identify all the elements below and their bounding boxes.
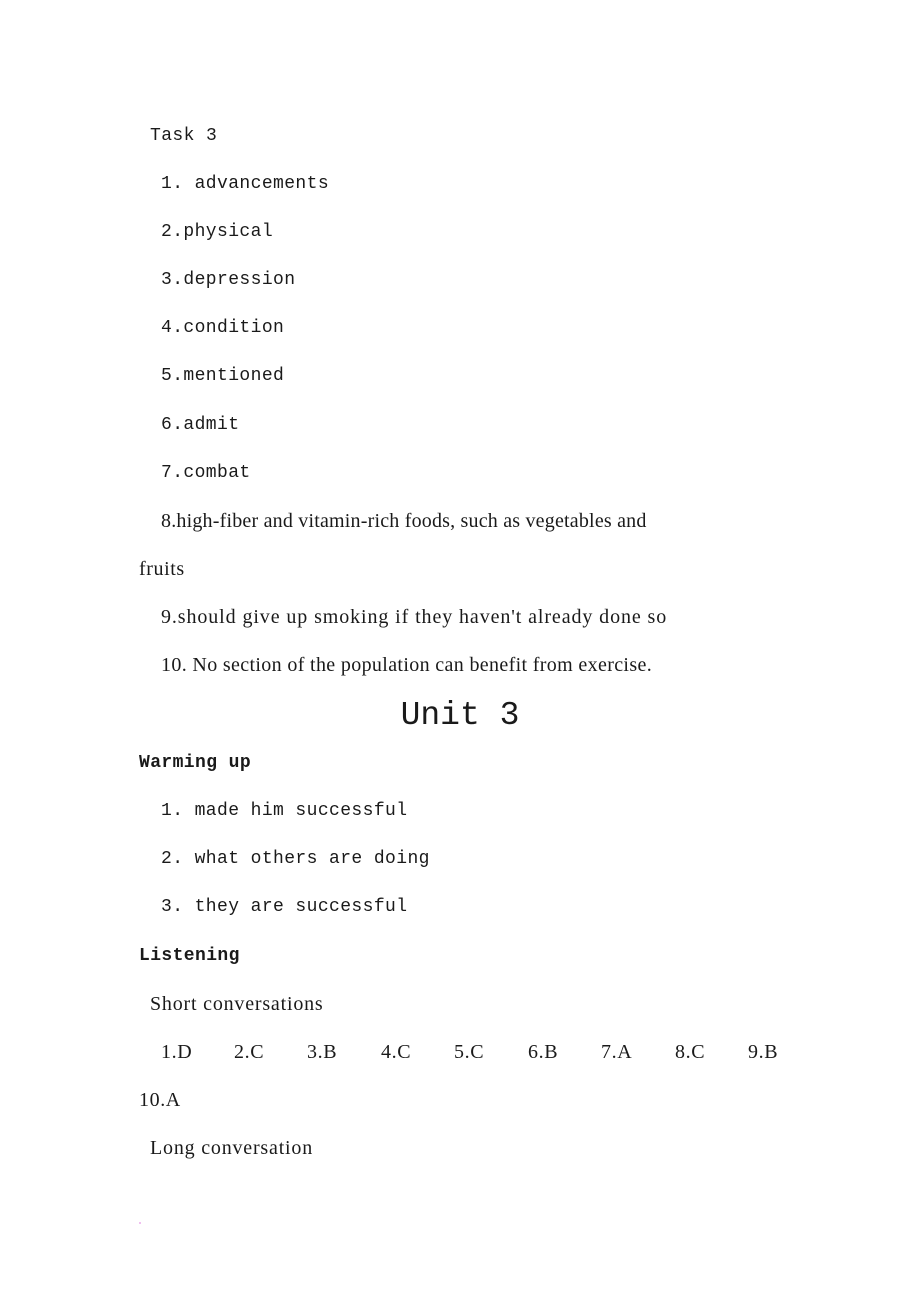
short-conversations-heading: Short conversations: [150, 993, 324, 1015]
task3-item: 10. No section of the population can ben…: [161, 654, 653, 676]
warming-up-item: 1. made him successful: [161, 801, 408, 821]
answer: 8.C: [675, 1041, 706, 1063]
answer: 6.B: [528, 1041, 559, 1063]
task3-item: 7.combat: [161, 463, 251, 483]
task3-item: 6.admit: [161, 415, 240, 435]
task3-item-continuation: fruits: [139, 558, 185, 580]
task3-item: 3.depression: [161, 270, 296, 290]
task3-item: 5.mentioned: [161, 366, 285, 386]
answer: 5.C: [454, 1041, 485, 1063]
task3-item: 1. advancements: [161, 174, 330, 194]
listening-heading: Listening: [139, 946, 240, 966]
answer: 1.D: [161, 1041, 193, 1063]
answer: 10.A: [139, 1089, 181, 1111]
answer: 2.C: [234, 1041, 265, 1063]
warming-up-item: 2. what others are doing: [161, 849, 430, 869]
faint-mark: [139, 1222, 141, 1224]
unit-title: Unit 3: [400, 697, 520, 734]
warming-up-heading: Warming up: [139, 753, 252, 773]
task3-heading: Task 3: [150, 126, 218, 146]
task3-item: 8.high-fiber and vitamin-rich foods, suc…: [161, 510, 647, 532]
answer: 9.B: [748, 1041, 779, 1063]
task3-item: 4.condition: [161, 318, 285, 338]
warming-up-item: 3. they are successful: [161, 897, 408, 917]
answer: 7.A: [601, 1041, 633, 1063]
task3-item: 9.should give up smoking if they haven't…: [161, 606, 668, 628]
task3-item: 2.physical: [161, 222, 274, 242]
long-conversation-heading: Long conversation: [150, 1137, 314, 1159]
answer: 3.B: [307, 1041, 338, 1063]
answer: 4.C: [381, 1041, 412, 1063]
